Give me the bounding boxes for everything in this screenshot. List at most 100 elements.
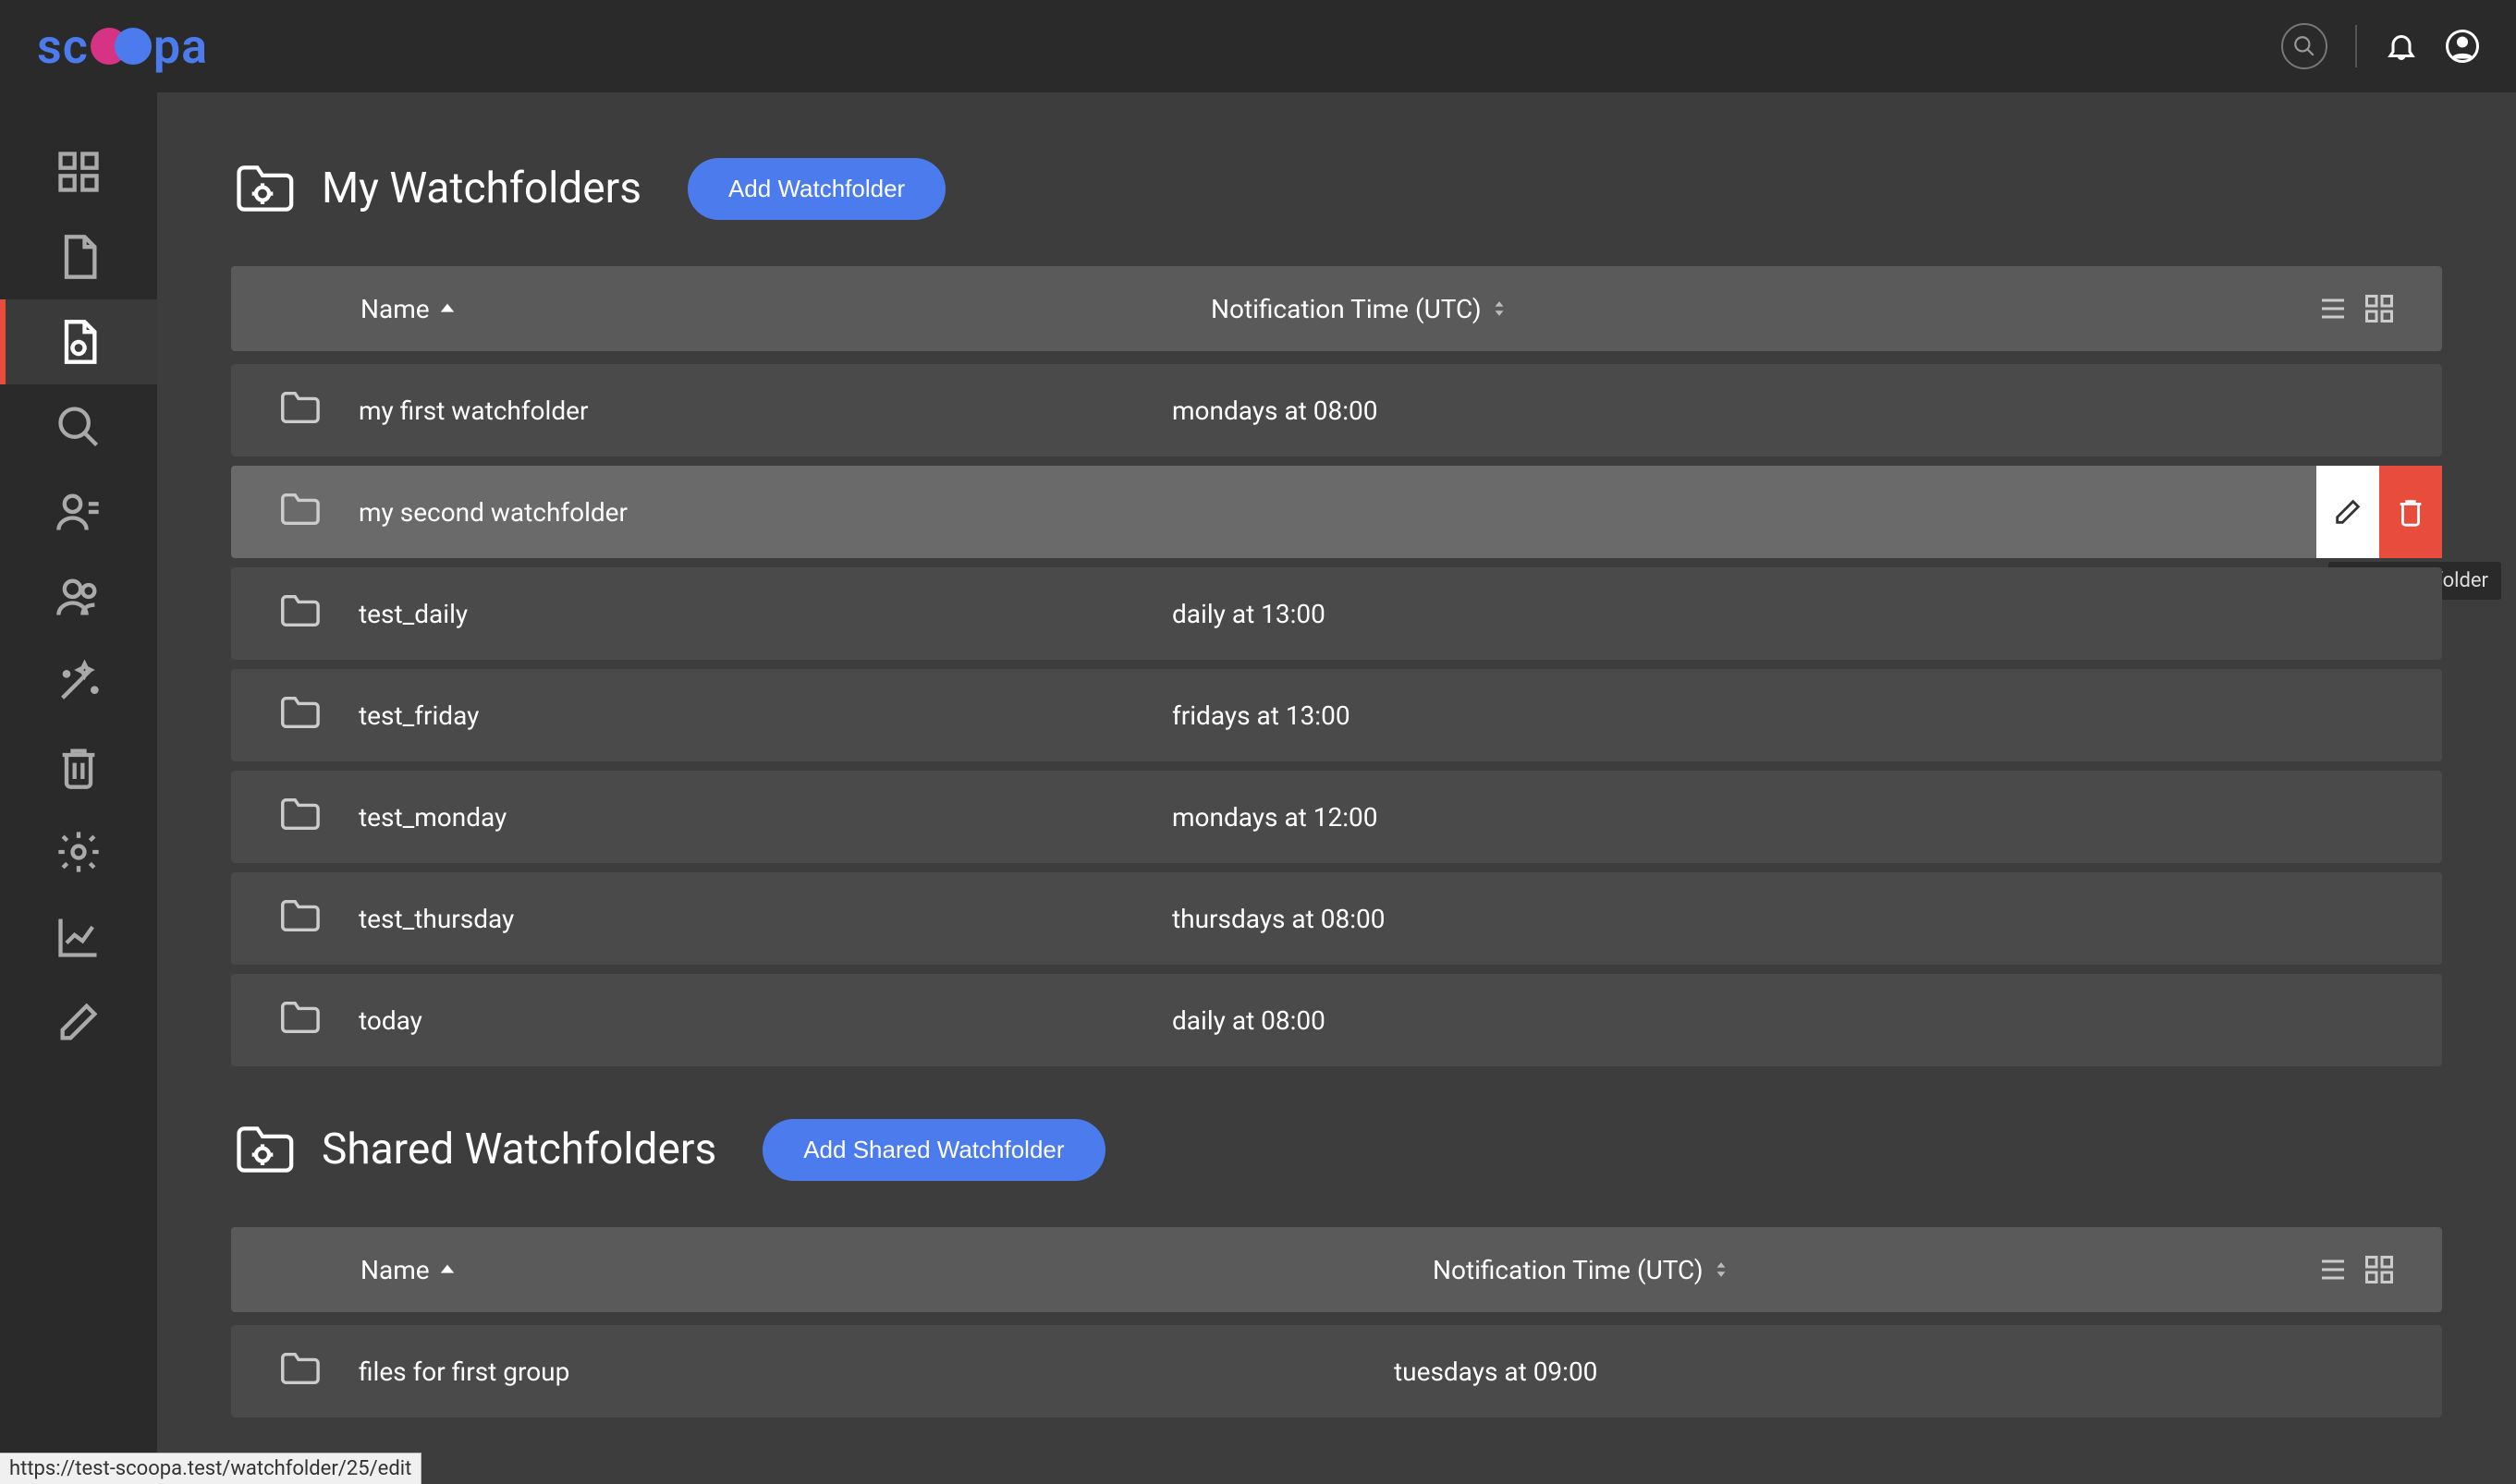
row-name: my first watchfolder [359, 395, 1172, 426]
row-name: test_thursday [359, 904, 1172, 934]
view-toggle [2316, 1253, 2396, 1286]
add-shared-watchfolder-button[interactable]: Add Shared Watchfolder [763, 1119, 1105, 1181]
trash-icon [2395, 496, 2426, 528]
row-time: tuesdays at 09:00 [1394, 1356, 2442, 1387]
table-row[interactable]: test_monday mondays at 12:00 [231, 771, 2442, 863]
chart-icon [55, 913, 103, 961]
sidebar-item-edit[interactable] [0, 979, 157, 1064]
column-time[interactable]: Notification Time (UTC) [1211, 294, 2316, 324]
folder-icon [277, 590, 320, 639]
row-time: mondays at 08:00 [1172, 395, 2442, 426]
sidebar-item-trash[interactable] [0, 724, 157, 809]
edit-button[interactable] [2316, 466, 2379, 558]
folder-icon [277, 488, 320, 537]
folder-icon [277, 793, 320, 842]
list-view-icon[interactable] [2316, 292, 2350, 325]
search-button[interactable] [2281, 23, 2327, 69]
table-row[interactable]: files for first group tuesdays at 09:00 [231, 1325, 2442, 1417]
status-bar: https://test-scoopa.test/watchfolder/25/… [0, 1453, 421, 1484]
folder-icon [277, 691, 320, 740]
sort-asc-icon [439, 300, 456, 317]
row-time: daily at 08:00 [1172, 1005, 2442, 1036]
user-icon [2446, 30, 2479, 63]
folder-gear-icon [231, 157, 294, 220]
sidebar-item-search[interactable] [0, 384, 157, 469]
row-name: my second watchfolder [359, 497, 1172, 528]
folder-icon [277, 1347, 320, 1396]
sort-asc-icon [439, 1261, 456, 1278]
grid-view-icon[interactable] [2363, 1253, 2396, 1286]
sidebar-item-files[interactable] [0, 214, 157, 299]
column-name-label: Name [360, 1255, 430, 1285]
column-name-label: Name [360, 294, 430, 324]
sidebar [0, 92, 157, 1484]
folder-icon [277, 996, 320, 1045]
table-row[interactable]: my second watchfolder Edit watchfolder [231, 466, 2442, 558]
row-name: test_friday [359, 700, 1172, 731]
user-menu-button[interactable] [2446, 30, 2479, 63]
sort-icon [1713, 1261, 1729, 1278]
bell-icon [2385, 30, 2418, 63]
row-time: fridays at 13:00 [1172, 700, 2442, 731]
column-time-label: Notification Time (UTC) [1433, 1255, 1704, 1285]
search-icon [2292, 34, 2316, 58]
sidebar-item-analytics[interactable] [0, 894, 157, 979]
list-view-icon[interactable] [2316, 1253, 2350, 1286]
table-row[interactable]: test_thursday thursdays at 08:00 [231, 872, 2442, 965]
row-time: daily at 13:00 [1172, 599, 2442, 629]
topbar: sc pa [0, 0, 2516, 92]
user-list-icon [55, 488, 103, 536]
add-watchfolder-button[interactable]: Add Watchfolder [688, 158, 946, 220]
sidebar-item-dashboard[interactable] [0, 129, 157, 214]
table-row[interactable]: today daily at 08:00 [231, 974, 2442, 1066]
table-row[interactable]: test_friday fridays at 13:00 [231, 669, 2442, 761]
trash-icon [55, 743, 103, 791]
table-row[interactable]: test_daily daily at 13:00 [231, 567, 2442, 660]
table-row[interactable]: my first watchfolder mondays at 08:00 [231, 364, 2442, 456]
folder-icon [277, 386, 320, 435]
edit-icon [55, 998, 103, 1046]
column-name[interactable]: Name [360, 1255, 1433, 1285]
section-title-shared: Shared Watchfolders [322, 1125, 716, 1174]
table-header-shared: Name Notification Time (UTC) [231, 1227, 2442, 1312]
section-title-my: My Watchfolders [322, 164, 641, 213]
file-icon [55, 233, 103, 281]
sidebar-item-groups[interactable] [0, 554, 157, 639]
section-header-my: My Watchfolders Add Watchfolder [231, 157, 2442, 220]
wand-icon [55, 658, 103, 706]
pencil-icon [2332, 496, 2363, 528]
gear-icon [55, 828, 103, 876]
topbar-actions [2281, 23, 2479, 69]
search-icon [55, 403, 103, 451]
logo-text-pa: pa [153, 18, 208, 75]
sort-icon [1491, 300, 1508, 317]
sidebar-item-magic[interactable] [0, 639, 157, 724]
file-gear-icon [55, 318, 103, 366]
row-time: thursdays at 08:00 [1172, 904, 2442, 934]
section-header-shared: Shared Watchfolders Add Shared Watchfold… [231, 1118, 2442, 1181]
folder-icon [277, 894, 320, 943]
folder-gear-icon [231, 1118, 294, 1181]
row-time: mondays at 12:00 [1172, 802, 2442, 833]
sidebar-item-settings[interactable] [0, 809, 157, 894]
column-time-label: Notification Time (UTC) [1211, 294, 1482, 324]
row-name: test_monday [359, 802, 1172, 833]
logo[interactable]: sc pa [37, 18, 208, 75]
sidebar-item-user[interactable] [0, 469, 157, 554]
users-icon [55, 573, 103, 621]
notifications-button[interactable] [2385, 30, 2418, 63]
row-name: today [359, 1005, 1172, 1036]
logo-text-sc: sc [37, 18, 89, 75]
logo-circles-icon [91, 28, 152, 65]
topbar-divider [2355, 25, 2357, 67]
column-name[interactable]: Name [360, 294, 1211, 324]
view-toggle [2316, 292, 2396, 325]
row-name: files for first group [359, 1356, 1394, 1387]
row-actions [2316, 466, 2442, 558]
column-time[interactable]: Notification Time (UTC) [1433, 1255, 2316, 1285]
delete-button[interactable] [2379, 466, 2442, 558]
row-name: test_daily [359, 599, 1172, 629]
table-header-my: Name Notification Time (UTC) [231, 266, 2442, 351]
grid-view-icon[interactable] [2363, 292, 2396, 325]
sidebar-item-watchfolders[interactable] [0, 299, 157, 384]
